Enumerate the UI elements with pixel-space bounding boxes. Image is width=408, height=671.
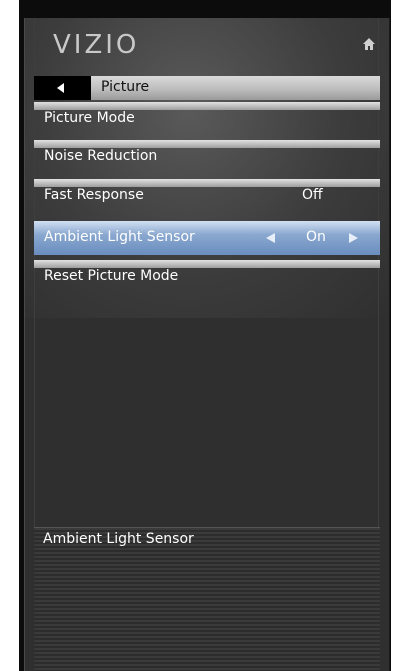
menu-item-reset-picture-mode[interactable]: Reset Picture Mode	[34, 260, 380, 294]
menu-item-bar	[34, 260, 380, 268]
arrow-left-icon[interactable]	[266, 233, 275, 243]
menu-item-label: Fast Response	[44, 187, 144, 203]
help-area: Ambient Light Sensor	[34, 527, 380, 671]
menu-item-bar	[34, 179, 380, 187]
left-arrow-icon	[57, 83, 64, 93]
home-icon[interactable]	[363, 38, 375, 50]
back-button[interactable]	[34, 76, 91, 100]
breadcrumb-title: Picture	[101, 79, 150, 95]
menu-item-fast-response[interactable]: Fast Response Off	[34, 179, 380, 213]
menu-item-value: On	[306, 229, 326, 245]
menu-item-bar	[34, 140, 380, 148]
breadcrumb: Picture	[34, 76, 380, 100]
help-text: Ambient Light Sensor	[43, 531, 194, 547]
arrow-right-icon[interactable]	[349, 233, 358, 243]
menu-panel: VIZIO Picture Picture Mode Noise Reducti…	[24, 18, 390, 671]
menu-item-bar	[34, 221, 380, 229]
menu-item-bar	[34, 102, 380, 110]
vizio-logo: VIZIO	[53, 30, 140, 60]
menu-item-label: Ambient Light Sensor	[44, 229, 195, 245]
menu-item-label: Picture Mode	[44, 110, 135, 126]
menu-item-noise-reduction[interactable]: Noise Reduction	[34, 140, 380, 174]
menu-item-label: Reset Picture Mode	[44, 268, 179, 284]
menu-item-label: Noise Reduction	[44, 148, 158, 164]
menu-item-picture-mode[interactable]: Picture Mode	[34, 102, 380, 136]
menu-item-value: Off	[302, 187, 323, 203]
menu-item-ambient-light-sensor[interactable]: Ambient Light Sensor On	[34, 221, 380, 255]
